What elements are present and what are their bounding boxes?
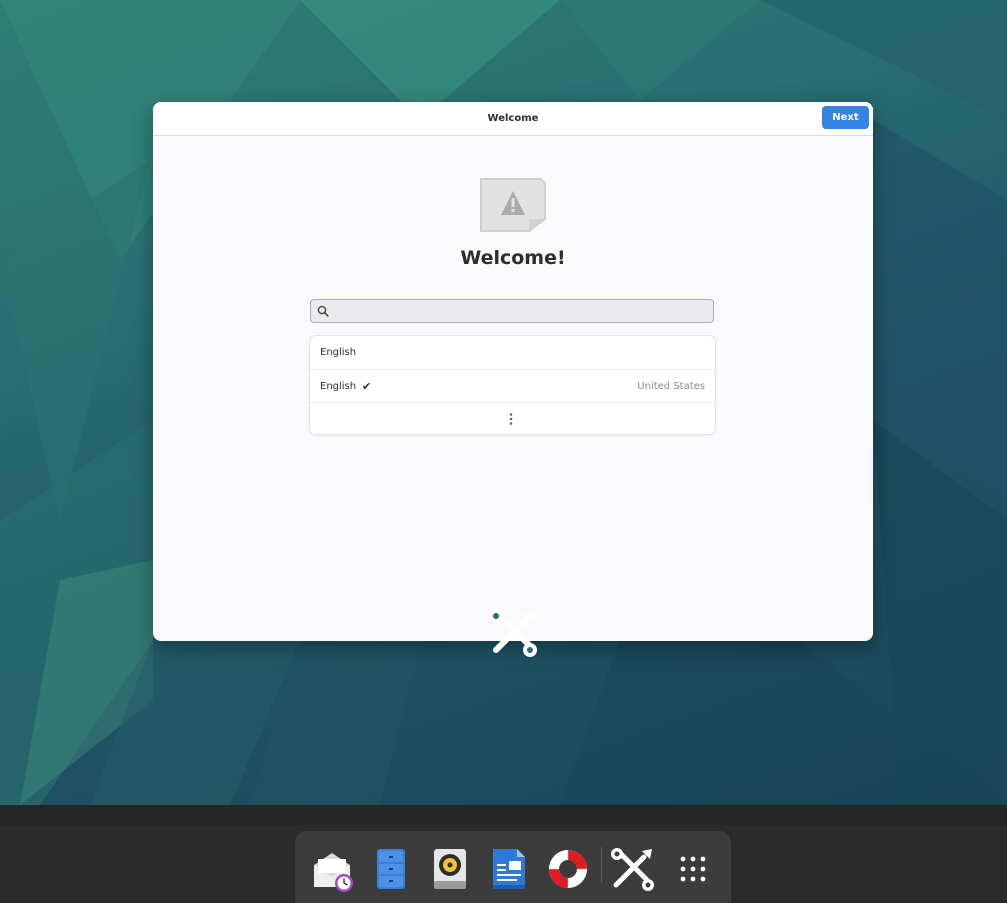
vertical-ellipsis-icon xyxy=(509,413,513,425)
region-label: United States xyxy=(637,381,705,392)
welcome-window: Welcome Next Welcome! English English ✔ … xyxy=(153,102,873,641)
dock-separator xyxy=(601,847,602,883)
panel-top-strip xyxy=(0,805,1007,825)
writer-document-icon[interactable] xyxy=(485,845,533,893)
music-player-icon[interactable] xyxy=(426,845,474,893)
tweaks-tools-icon[interactable] xyxy=(608,845,656,893)
next-button[interactable]: Next xyxy=(822,106,869,129)
warning-image-icon xyxy=(480,178,546,232)
mail-calendar-icon[interactable] xyxy=(308,845,356,893)
header-bar: Welcome Next xyxy=(153,102,873,136)
show-applications-grid-icon[interactable] xyxy=(669,845,717,893)
language-label: English xyxy=(320,347,357,358)
language-row[interactable]: English xyxy=(310,336,715,369)
window-title: Welcome xyxy=(487,113,539,124)
language-row-selected[interactable]: English ✔ United States xyxy=(310,369,715,403)
page-title: Welcome! xyxy=(460,247,566,269)
dock xyxy=(295,831,731,903)
language-list: English English ✔ United States xyxy=(310,336,715,434)
more-languages-row[interactable] xyxy=(310,402,715,436)
help-lifebuoy-icon[interactable] xyxy=(544,845,592,893)
files-icon[interactable] xyxy=(367,845,415,893)
search-input[interactable] xyxy=(310,299,714,323)
checkmark-icon: ✔ xyxy=(362,380,372,393)
tweaks-launch-icon xyxy=(489,609,537,657)
search-icon xyxy=(317,305,329,317)
language-label: English xyxy=(320,381,357,392)
